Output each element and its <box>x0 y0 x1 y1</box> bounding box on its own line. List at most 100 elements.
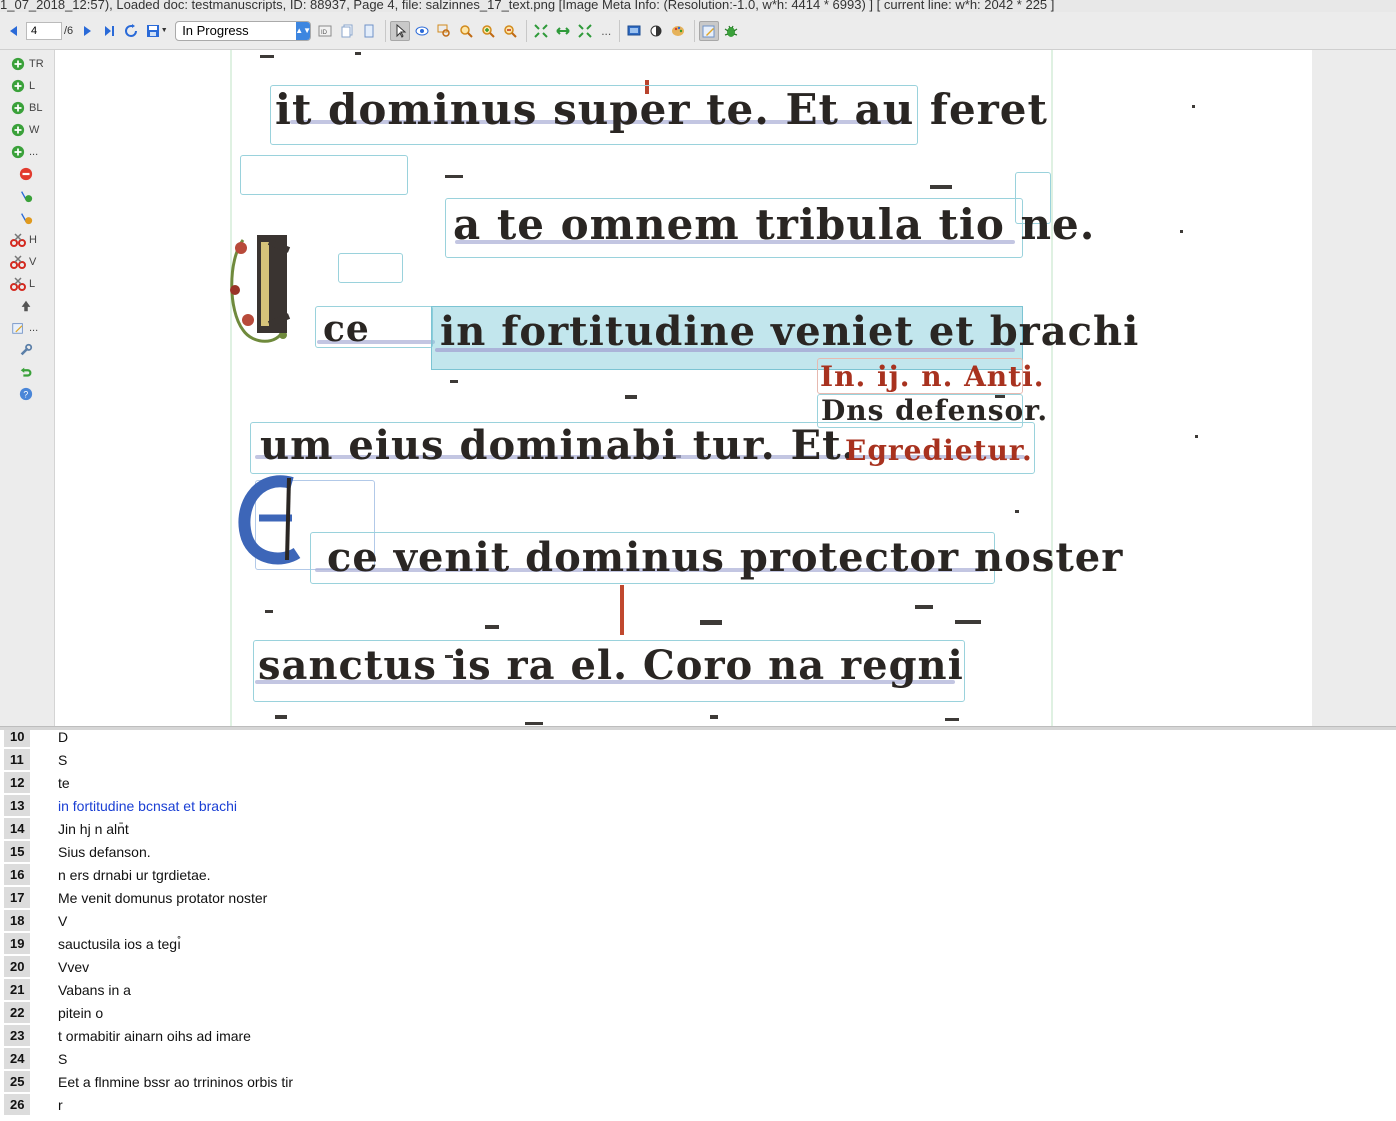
contrast-button[interactable] <box>646 21 666 41</box>
transcription-row[interactable]: 11 S <box>0 748 1396 771</box>
color-palette-button[interactable] <box>668 21 688 41</box>
line-text[interactable]: D <box>58 730 68 745</box>
zoom-in-icon <box>482 24 495 38</box>
remove-point-icon <box>18 210 34 226</box>
sidebar-tool-10[interactable]: L <box>10 274 35 294</box>
page-total: /6 <box>64 24 74 37</box>
line-text[interactable]: Jin hj n aln̄t <box>58 821 129 837</box>
current-line-text[interactable]: in fortitudine bcnsat et brachi <box>58 798 237 814</box>
transcription-row[interactable]: 20 Vvev <box>0 955 1396 978</box>
help-icon: ? <box>18 386 34 402</box>
transcription-row[interactable]: 21 Vabans in a <box>0 978 1396 1001</box>
sidebar-tool-2[interactable]: BL <box>10 98 42 118</box>
transcription-editor[interactable]: 10 D 11 S 12 te 13 in fortitudine bcnsat et bra… <box>0 730 1396 1121</box>
edit-icon <box>10 320 26 336</box>
refresh-icon <box>125 23 138 37</box>
document-button[interactable] <box>359 21 379 41</box>
zoom-in-button[interactable] <box>478 21 498 41</box>
transcription-row[interactable]: 22 pitein o <box>0 1001 1396 1024</box>
line-text[interactable]: S <box>58 1051 67 1067</box>
fit-width-button[interactable] <box>553 21 573 41</box>
next-page-button[interactable] <box>77 21 97 41</box>
transcription-row[interactable]: 19 sauctusila ios a tegı̊ <box>0 932 1396 955</box>
edit-mode-button[interactable] <box>699 20 720 41</box>
add-circle-icon <box>10 78 26 94</box>
sidebar-tool-13[interactable] <box>18 340 37 360</box>
zoom-out-button[interactable] <box>500 21 520 41</box>
id-button[interactable]: ID <box>315 21 335 41</box>
transcription-row[interactable]: 25 Eet a flnmine bssr ao trrininos orbis … <box>0 1070 1396 1093</box>
copy-button[interactable] <box>337 21 357 41</box>
toolbar-overflow[interactable]: ... <box>601 24 611 38</box>
transcription-row[interactable]: 16 n ers drnabi ur tgrdietae. <box>0 863 1396 886</box>
line-text[interactable]: te <box>58 775 70 791</box>
transcription-row[interactable]: 18 V <box>0 909 1396 932</box>
transcription-row[interactable]: 10 D <box>0 730 1396 748</box>
expand-button[interactable] <box>575 21 595 41</box>
transcription-row[interactable]: 23 t ormabitir ainarn oihs ad imare <box>0 1024 1396 1047</box>
line-number: 26 <box>4 1094 30 1115</box>
sidebar-tool-15[interactable]: ? <box>18 384 37 404</box>
add-circle-icon <box>10 100 26 116</box>
sidebar-tool-0[interactable]: TR <box>10 54 44 74</box>
add-circle-icon <box>10 122 26 138</box>
image-canvas[interactable]: it dominus super te. Et au feret a te om… <box>55 50 1312 726</box>
line-text[interactable]: t ormabitir ainarn oihs ad imare <box>58 1028 251 1044</box>
transcription-row[interactable]: 12 te <box>0 771 1396 794</box>
canvas-margin <box>1312 50 1396 726</box>
transcription-row[interactable]: 26 r <box>0 1093 1396 1116</box>
pencil-icon <box>702 25 715 37</box>
transcription-row[interactable]: 17 Me venit domunus protator noster <box>0 886 1396 909</box>
sidebar-tool-9[interactable]: V <box>10 252 36 272</box>
last-page-button[interactable] <box>99 21 119 41</box>
line-text[interactable]: Sius defanson. <box>58 844 151 860</box>
zoom-button[interactable] <box>456 21 476 41</box>
zoom-region-button[interactable] <box>434 21 454 41</box>
line-text[interactable]: Eet a flnmine bssr ao trrininos orbis ti… <box>58 1074 293 1090</box>
line-text[interactable]: V <box>58 913 67 929</box>
text-region-outline[interactable] <box>240 155 408 195</box>
sidebar-tool-12[interactable]: ... <box>10 318 38 338</box>
sidebar-tool-7[interactable] <box>18 208 37 228</box>
sidebar-tool-6[interactable] <box>18 186 37 206</box>
line-text[interactable]: sauctusila ios a tegı̊ <box>58 936 181 952</box>
line-number: 13 <box>4 795 30 816</box>
select-mode-button[interactable] <box>390 20 411 41</box>
sidebar-tool-11[interactable] <box>18 296 37 316</box>
sidebar-tool-5[interactable] <box>18 164 37 184</box>
line-text[interactable]: r <box>58 1097 63 1113</box>
fit-page-button[interactable] <box>531 21 551 41</box>
prev-page-button[interactable] <box>4 21 24 41</box>
page-number-input[interactable] <box>26 21 62 40</box>
line-text[interactable]: Me venit domunus protator noster <box>58 890 267 906</box>
line-text[interactable]: Vvev <box>58 959 89 975</box>
svg-text:ID: ID <box>321 30 328 36</box>
manuscript-line: um eius dominabi tur. Et. <box>260 422 857 469</box>
bug-icon <box>724 25 738 37</box>
image-view-button[interactable] <box>624 21 644 41</box>
reload-button[interactable] <box>121 21 141 41</box>
debug-button[interactable] <box>721 21 741 41</box>
triangle-left-icon <box>10 25 17 36</box>
transcription-row[interactable]: 14 Jin hj n aln̄t <box>0 817 1396 840</box>
view-button[interactable] <box>412 21 432 41</box>
sidebar-tool-8[interactable]: H <box>10 230 37 250</box>
remove-circle-icon <box>18 166 34 182</box>
save-button[interactable]: ▼ <box>143 21 169 41</box>
line-text[interactable]: S <box>58 752 67 768</box>
text-region-outline[interactable] <box>338 253 403 283</box>
sidebar-tool-3[interactable]: W <box>10 120 39 140</box>
status-select[interactable]: In Progress ▲▼ <box>175 20 312 41</box>
transcription-row[interactable]: 15 Sius defanson. <box>0 840 1396 863</box>
toolbar-separator <box>619 19 621 42</box>
line-text[interactable]: n ers drnabi ur tgrdietae. <box>58 867 211 883</box>
line-number: 21 <box>4 979 30 1000</box>
sidebar-tool-14[interactable] <box>18 362 37 382</box>
transcription-row[interactable]: 24 S <box>0 1047 1396 1070</box>
transcription-row[interactable]: 13 in fortitudine bcnsat et brachi <box>0 794 1396 817</box>
sidebar-tool-1[interactable]: L <box>10 76 35 96</box>
line-text[interactable]: pitein o <box>58 1005 103 1021</box>
sidebar-tool-4[interactable]: ... <box>10 142 38 162</box>
line-text[interactable]: Vabans in a <box>58 982 131 998</box>
document-icon <box>364 24 374 37</box>
